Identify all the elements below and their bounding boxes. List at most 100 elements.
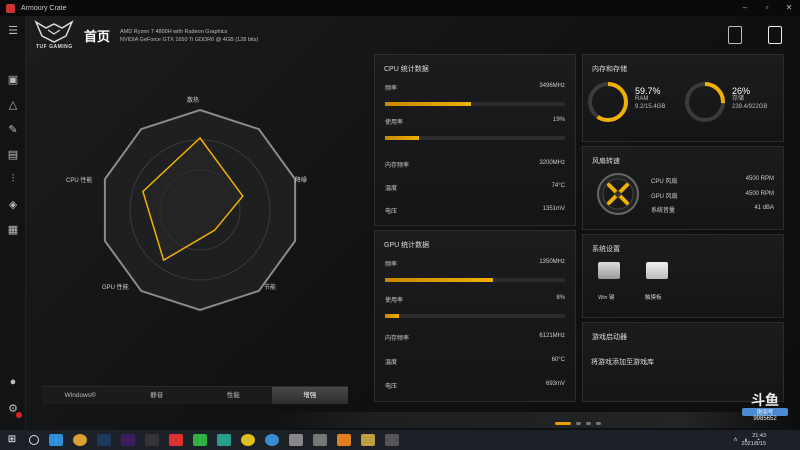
cpu-fan-value: 4500 RPM [745,176,774,182]
gpu-fan-value: 4500 RPM [745,191,774,197]
gpu-freq-bar [385,278,565,282]
page-dot[interactable] [586,422,591,425]
start-icon[interactable]: ⊞ [5,434,19,446]
cpu-mem-freq-label: 内存频率 [385,163,410,169]
armoury-crate-taskbar-icon[interactable] [385,434,399,446]
launcher-panel-title: 游戏启动器 [592,334,627,341]
cpu-panel-title: CPU 统计数据 [384,66,429,73]
noise-value: 41 dBA [754,205,774,211]
ram-gauge [588,82,628,122]
gpu-fan-label: GPU 风扇 [651,194,678,200]
operating-mode-bar: Windows® 静音 性能 增强 [42,386,348,404]
radar-label-quiet: 降噪 [295,178,308,184]
deals-icon[interactable]: ◈ [5,196,21,212]
page-dot[interactable] [596,422,601,425]
aura-icon[interactable]: △ [5,96,21,112]
cpu-freq-value: 3496MHz [539,83,565,89]
add-game-link[interactable]: 将游戏添加至游戏库 [591,357,654,367]
capcut-icon[interactable] [145,434,159,446]
clock-time: 21:43 [752,433,766,439]
app-icon [6,3,15,13]
wechat-icon[interactable] [193,434,207,446]
mode-performance[interactable]: 性能 [195,387,272,404]
page-title: 首页 [84,29,111,44]
performance-radar: 散热 降噪 节能 GPU 性能 CPU 性能 [30,90,370,390]
cpu-voltage-label: 电压 [385,209,398,215]
page-dot[interactable] [576,422,581,425]
gpu-usage-fill [385,314,400,318]
close-button[interactable]: ✕ [778,0,800,16]
chrome-icon[interactable] [73,434,87,446]
mode-windows[interactable]: Windows® [42,387,119,404]
noise-label: 系统音量 [651,208,676,214]
gpu-info: NVIDIA GeForce GTX 1650 Ti GDDR6 @ 4GB (… [120,37,259,43]
app-icon-orange[interactable] [337,434,351,446]
page-indicator [555,422,601,425]
notification-badge [16,412,22,418]
cpu-stats-panel: CPU 统计数据 频率 3496MHz 使用率 19% 内存频率 3200MHz 温度… [374,54,576,226]
mode-silent[interactable]: 静音 [119,387,196,404]
news-icon[interactable]: ▦ [5,221,21,237]
settings-sliders-icon[interactable]: ⫶ [5,171,21,187]
user-icon[interactable]: ● [5,374,21,390]
bottom-decoration [270,412,790,428]
storage-percent: 26% [732,86,751,96]
radar-label-efficiency: 节能 [264,285,277,291]
app-icon-yellow[interactable] [241,434,255,446]
brand-text: TUF GAMING [36,44,73,50]
fan-panel-title: 风扇转速 [592,158,620,165]
clock[interactable]: 21:43 2021/8/15 [742,432,766,448]
gpu-temp-label: 温度 [385,360,398,366]
radar-chart [103,108,297,312]
player-icon[interactable] [217,434,231,446]
media-icon[interactable] [169,434,183,446]
douyu-watermark: 斗鱼 房间号 9985652 [742,392,788,428]
gpu-voltage-value: 693mV [545,381,565,387]
ram-detail: 9.2/15.4GB [635,104,666,110]
tray-chevron-icon[interactable]: ˄ [733,437,737,444]
scenario-icon[interactable]: ▤ [5,146,21,162]
gpu-usage-label: 使用率 [385,298,404,304]
phone-icon[interactable] [768,26,782,44]
watermark-logo: 斗鱼 [751,392,779,408]
gpu-freq-value: 1350MHz [539,259,565,265]
mode-turbo[interactable]: 增强 [271,387,348,404]
edge-icon[interactable] [49,434,63,446]
cpu-info: AMD Ryzen 7 4800H with Radeon Graphics [120,29,228,35]
app-icon-blue[interactable] [265,434,279,446]
cpu-freq-fill [385,102,472,106]
cpu-freq-label: 频率 [385,86,398,92]
cpu-temp-value: 74°C [551,183,565,189]
cpu-usage-value: 19% [552,117,565,123]
cpu-voltage-value: 1351mV [542,206,565,212]
storage-gauge [685,82,725,122]
minimize-button[interactable]: – [734,0,756,16]
watermark-room-id: 9985652 [753,416,777,422]
photoshop-icon[interactable] [97,434,111,446]
gpu-usage-bar [385,314,565,318]
app-icon-gold[interactable] [361,434,375,446]
win-key-icon[interactable] [598,262,620,279]
page-dot[interactable] [555,422,571,425]
gpu-freq-fill [385,278,493,282]
settings-app-icon[interactable] [289,434,303,446]
sidebar: ☰ ▣ △ ✎ ▤ ⫶ ◈ ▦ ● ⚙ [0,16,26,430]
menu-icon[interactable]: ☰ [5,22,21,38]
memory-panel-title: 内存和存储 [592,66,627,73]
search-icon[interactable] [29,435,39,445]
device-icon[interactable]: ▣ [5,71,21,87]
ram-percent: 59.7% [635,86,661,96]
touchpad-label: 触摸板 [645,295,662,301]
cpu-usage-label: 使用率 [385,120,404,126]
touchpad-icon[interactable] [646,262,668,279]
window-title: Armoury Crate [21,4,67,12]
explorer-icon[interactable] [313,434,327,446]
premiere-icon[interactable] [121,434,135,446]
armoury-icon[interactable]: ✎ [5,121,21,137]
notes-icon[interactable] [728,26,742,44]
gpu-freq-label: 频率 [385,262,398,268]
cpu-temp-label: 温度 [385,186,398,192]
maximize-button[interactable]: ▫ [756,0,778,16]
win-key-label: Win 键 [598,295,615,301]
cpu-usage-fill [385,136,420,140]
